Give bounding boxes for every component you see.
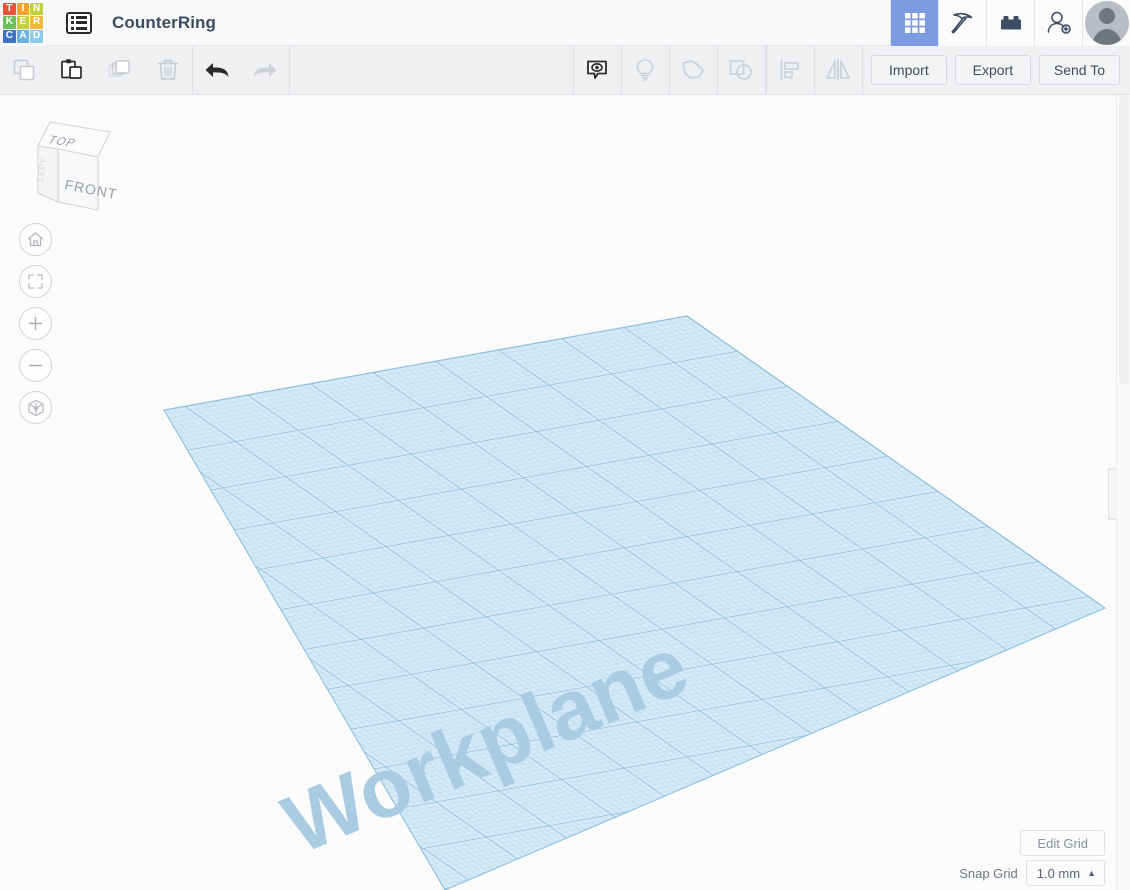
mirror-icon <box>826 58 851 81</box>
project-menu-button[interactable] <box>56 0 102 46</box>
align-button[interactable] <box>767 45 815 95</box>
edit-grid-button[interactable]: Edit Grid <box>1020 830 1105 856</box>
logo-tile-4: E <box>16 16 30 29</box>
brick-button[interactable] <box>986 0 1034 46</box>
align-icon <box>780 59 800 81</box>
tinkercad-logo[interactable]: T I N K E R C A D <box>0 0 46 46</box>
canvas-scrollbar[interactable] <box>1116 95 1130 890</box>
add-user-icon <box>1047 11 1071 34</box>
workplane-surface <box>163 315 1107 890</box>
copy-icon <box>13 59 35 81</box>
brick-icon <box>1000 15 1021 29</box>
lightbulb-button[interactable] <box>622 45 670 95</box>
logo-tile-2: N <box>30 2 43 16</box>
duplicate-button[interactable] <box>96 46 144 95</box>
home-view-button[interactable] <box>19 223 52 256</box>
grid-view-icon <box>904 12 925 33</box>
export-button[interactable]: Export <box>954 55 1031 85</box>
toolbar-actions: Import Export Send To <box>870 55 1130 85</box>
logo-tile-0: T <box>3 2 16 16</box>
redo-icon <box>253 63 277 77</box>
zoom-in-button[interactable] <box>19 307 52 340</box>
avatar <box>1084 0 1129 45</box>
snap-grid-control: Snap Grid 1.0 mm ▲ <box>959 860 1105 886</box>
view-nav-buttons <box>19 223 52 424</box>
logo-tile-1: I <box>16 2 30 16</box>
zoom-out-button[interactable] <box>19 349 52 382</box>
view-cube[interactable]: TOP FRONT LEFT <box>14 110 129 215</box>
trash-icon <box>157 60 179 80</box>
snap-grid-select[interactable]: 1.0 mm ▲ <box>1025 860 1105 886</box>
ungroup-button[interactable] <box>718 45 766 95</box>
snap-grid-label: Snap Grid <box>959 865 1018 881</box>
page-title: CounterRing <box>112 12 217 32</box>
group-icon <box>682 60 705 79</box>
logo-tile-5: R <box>30 16 43 29</box>
send-to-button[interactable]: Send To <box>1038 55 1120 85</box>
pickaxe-button[interactable] <box>938 0 986 46</box>
redo-button[interactable] <box>241 46 289 95</box>
undo-icon <box>205 63 229 77</box>
logo-tile-8: D <box>30 29 43 43</box>
duplicate-icon <box>108 60 130 77</box>
fit-to-view-button[interactable] <box>19 265 52 298</box>
cube-view-icon <box>27 399 44 416</box>
list-menu-icon <box>66 11 92 34</box>
app-header: T I N K E R C A D CounterRing <box>0 0 1130 46</box>
fit-view-icon <box>28 274 43 289</box>
ungroup-icon <box>730 60 753 80</box>
logo-tile-3: K <box>3 16 16 29</box>
main-toolbar: Import Export Send To <box>0 45 1130 95</box>
tinkercad-editor: T I N K E R C A D CounterRing Import Exp… <box>0 0 1130 890</box>
import-button[interactable]: Import <box>870 55 947 85</box>
ortho-perspective-toggle-button[interactable] <box>19 391 52 424</box>
copy-button[interactable] <box>0 46 48 95</box>
caret-up-icon: ▲ <box>1087 868 1096 878</box>
minus-icon <box>28 364 43 367</box>
grid-view-button[interactable] <box>890 0 938 46</box>
mirror-button[interactable] <box>815 45 863 95</box>
plus-icon <box>28 316 43 331</box>
paste-icon <box>61 59 82 79</box>
logo-tile-7: A <box>16 29 30 43</box>
lightbulb-icon <box>637 59 654 81</box>
user-avatar-button[interactable] <box>1082 0 1130 46</box>
delete-button[interactable] <box>144 46 192 95</box>
scrollbar-thumb[interactable] <box>1119 95 1129 385</box>
note-eye-icon <box>587 60 608 79</box>
undo-button[interactable] <box>193 46 241 95</box>
editor-canvas[interactable]: Workplane TOP FRONT LEFT Edit Grid Snap … <box>0 95 1130 890</box>
logo-tile-6: C <box>3 29 16 43</box>
add-user-button[interactable] <box>1034 0 1082 46</box>
group-button[interactable] <box>670 45 718 95</box>
toolbar-gap <box>290 46 573 95</box>
note-button[interactable] <box>574 45 622 95</box>
home-icon <box>27 232 44 247</box>
snap-grid-value: 1.0 mm <box>1036 865 1081 881</box>
paste-button[interactable] <box>48 46 96 95</box>
pickaxe-icon <box>950 12 972 34</box>
workplane[interactable]: Workplane <box>0 95 1130 890</box>
